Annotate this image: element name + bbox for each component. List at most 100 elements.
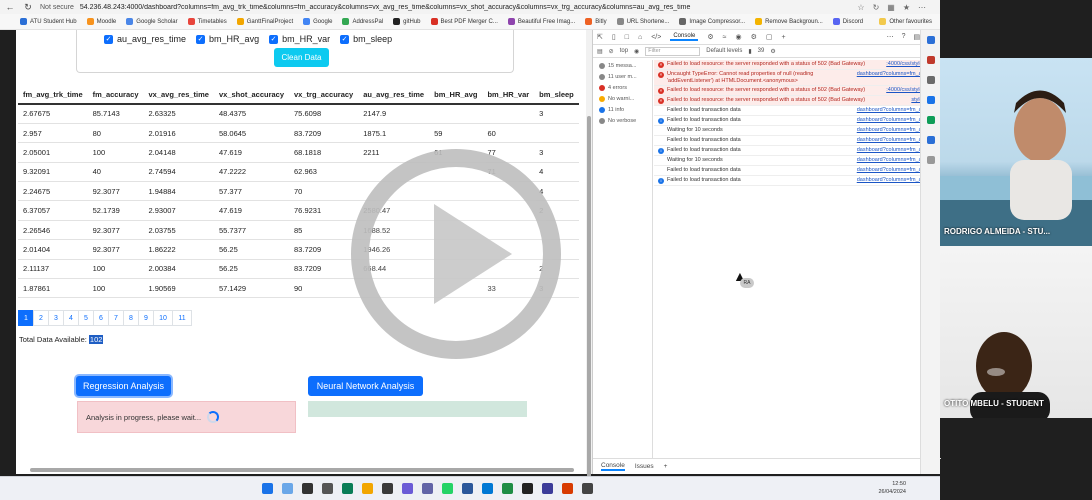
device-icon[interactable]: ▯ bbox=[612, 33, 616, 41]
drawer-tab-issues[interactable]: Issues bbox=[635, 463, 654, 470]
app-icon[interactable] bbox=[562, 483, 573, 494]
more-icon[interactable]: ⋯ bbox=[887, 33, 894, 41]
sidebar-toggle-icon[interactable]: ▤ bbox=[597, 48, 603, 55]
widgets-icon[interactable] bbox=[282, 483, 293, 494]
log-levels-select[interactable]: Default levels bbox=[706, 48, 742, 54]
more-icon[interactable]: ⋯ bbox=[918, 3, 926, 12]
back-icon[interactable]: ← bbox=[4, 1, 16, 13]
bookmark[interactable]: Discord bbox=[832, 18, 863, 25]
extensions-icon[interactable]: ▦ bbox=[887, 3, 895, 12]
bookmark[interactable]: Beautiful Free Imag... bbox=[507, 18, 575, 25]
shopping-icon[interactable] bbox=[926, 56, 935, 64]
security-warning[interactable]: Not secure bbox=[40, 4, 74, 11]
add-tab-icon[interactable]: + bbox=[781, 34, 785, 41]
eye-icon[interactable]: ◉ bbox=[634, 48, 639, 55]
bookmark[interactable]: gitHub bbox=[393, 18, 421, 25]
page-link[interactable]: 4 bbox=[63, 310, 79, 326]
terminal-icon[interactable] bbox=[522, 483, 533, 494]
page-link[interactable]: 11 bbox=[172, 310, 192, 326]
console-sidebar-item[interactable]: 11 user m... bbox=[593, 71, 652, 82]
console-message[interactable]: i Failed to load transaction data dashboar… bbox=[654, 116, 941, 126]
page-link[interactable]: 2 bbox=[33, 310, 49, 326]
refresh-icon[interactable]: ↻ bbox=[873, 3, 880, 12]
tab-console[interactable]: Console bbox=[670, 33, 699, 41]
add-icon[interactable] bbox=[926, 156, 935, 164]
console-sidebar-item[interactable]: No verbose bbox=[593, 115, 652, 126]
page-link[interactable]: 6 bbox=[93, 310, 109, 326]
app-icon[interactable] bbox=[382, 483, 393, 494]
bookmark[interactable]: AddressPal bbox=[342, 18, 383, 25]
edge-icon[interactable] bbox=[342, 483, 353, 494]
console-message[interactable]: Waiting for 10 seconds dashboard?columns=… bbox=[654, 156, 941, 166]
bookmark[interactable]: Best PDF Merger C... bbox=[430, 18, 498, 25]
task-view-icon[interactable] bbox=[302, 483, 313, 494]
bookmark[interactable]: Moodle bbox=[86, 18, 116, 25]
console-message[interactable]: i Failed to load transaction data dashboar… bbox=[654, 146, 941, 156]
console-message[interactable]: × Failed to load resource: the server res… bbox=[654, 86, 941, 96]
teams-icon[interactable] bbox=[402, 483, 413, 494]
app-icon[interactable] bbox=[582, 483, 593, 494]
console-message[interactable]: × Failed to load resource: the server res… bbox=[654, 60, 941, 70]
context-select[interactable]: top bbox=[620, 48, 628, 54]
checkbox-bm-hr-var[interactable]: ✓ bm_HR_var bbox=[269, 34, 330, 44]
regression-analysis-button[interactable]: Regression Analysis bbox=[76, 376, 171, 396]
search-icon[interactable] bbox=[926, 36, 935, 44]
issues-icon[interactable]: ▮ bbox=[748, 48, 751, 55]
page-horizontal-scrollbar[interactable] bbox=[30, 468, 574, 472]
welcome-icon[interactable]: ⌂ bbox=[638, 34, 642, 41]
vscode-icon[interactable] bbox=[482, 483, 493, 494]
console-sidebar-item[interactable]: 15 messa... bbox=[593, 60, 652, 71]
outlook-icon[interactable] bbox=[926, 136, 935, 144]
console-message[interactable]: Failed to load transaction data dashboard… bbox=[654, 136, 941, 146]
add-drawer-tab-icon[interactable]: + bbox=[664, 463, 668, 470]
application-icon[interactable]: ▢ bbox=[766, 33, 773, 41]
bookmark[interactable]: Google Scholar bbox=[126, 18, 178, 25]
page-link[interactable]: 10 bbox=[153, 310, 173, 326]
bookmark[interactable]: Image Compressor... bbox=[679, 18, 745, 25]
help-icon[interactable]: ? bbox=[902, 33, 906, 41]
tools-icon[interactable] bbox=[926, 76, 935, 84]
checkbox-au-avg-res-time[interactable]: ✓ au_avg_res_time bbox=[104, 34, 186, 44]
settings-icon[interactable]: ⚙ bbox=[770, 48, 775, 55]
performance-icon[interactable]: ◉ bbox=[735, 33, 741, 41]
issues-count[interactable]: 39 bbox=[758, 48, 765, 54]
reload-icon[interactable]: ↻ bbox=[22, 1, 34, 13]
page-link[interactable]: 7 bbox=[108, 310, 124, 326]
bookmark[interactable]: Remove Backgroun... bbox=[755, 18, 823, 25]
page-link[interactable]: 9 bbox=[138, 310, 154, 326]
bookmark[interactable]: Timetables bbox=[187, 18, 227, 25]
console-sidebar-item[interactable]: 11 info bbox=[593, 104, 652, 115]
page-link[interactable]: 5 bbox=[78, 310, 94, 326]
inspect-icon[interactable]: ⇱ bbox=[597, 33, 603, 41]
network-icon[interactable]: ≈ bbox=[723, 34, 727, 41]
console-message[interactable]: Waiting for 10 seconds dashboard?columns=… bbox=[654, 126, 941, 136]
console-message[interactable]: Failed to load transaction data dashboard… bbox=[654, 106, 941, 116]
bookmark[interactable]: ATU Student Hub bbox=[20, 18, 77, 25]
start-icon[interactable] bbox=[262, 483, 273, 494]
page-link[interactable]: 3 bbox=[48, 310, 64, 326]
word-icon[interactable] bbox=[462, 483, 473, 494]
app-icon[interactable] bbox=[422, 483, 433, 494]
office-icon[interactable] bbox=[926, 116, 935, 124]
games-icon[interactable] bbox=[926, 96, 935, 104]
clear-icon[interactable]: ⊘ bbox=[609, 48, 614, 55]
drawer-tab-console[interactable]: Console bbox=[601, 462, 625, 471]
console-sidebar-item[interactable]: No warni... bbox=[593, 93, 652, 104]
clean-data-button[interactable]: Clean Data bbox=[274, 48, 329, 67]
neural-network-analysis-button[interactable]: Neural Network Analysis bbox=[308, 376, 423, 396]
bookmark[interactable]: GanttFinalProject bbox=[236, 18, 293, 25]
console-sidebar-item[interactable]: 4 errors bbox=[593, 82, 652, 93]
checkbox-bm-hr-avg[interactable]: ✓ bm_HR_avg bbox=[196, 34, 259, 44]
app-icon[interactable] bbox=[542, 483, 553, 494]
whatsapp-icon[interactable] bbox=[442, 483, 453, 494]
page-link[interactable]: 8 bbox=[123, 310, 139, 326]
favorites-icon[interactable]: ★ bbox=[903, 3, 910, 12]
excel-icon[interactable] bbox=[502, 483, 513, 494]
memory-icon[interactable]: ⚙ bbox=[751, 33, 757, 41]
terminal-icon[interactable] bbox=[322, 483, 333, 494]
console-message[interactable]: i Failed to load transaction data dashboar… bbox=[654, 176, 941, 186]
chrome-icon[interactable] bbox=[362, 483, 373, 494]
sources-icon[interactable]: </> bbox=[651, 34, 661, 41]
url-field[interactable]: 54.236.48.243:4000/dashboard?columns=fm_… bbox=[80, 4, 852, 11]
bookmark[interactable]: Google bbox=[303, 18, 332, 25]
